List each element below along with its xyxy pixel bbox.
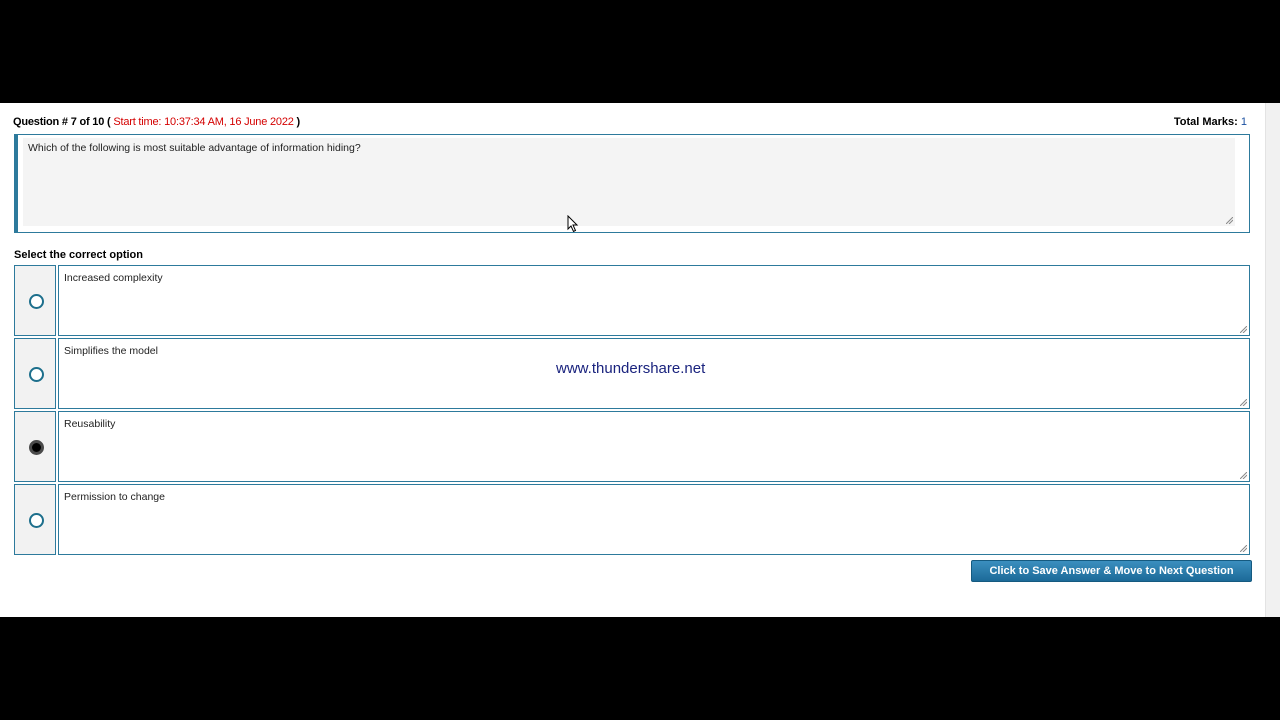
radio-button[interactable]: [29, 294, 44, 309]
resize-grip-icon[interactable]: [1240, 326, 1247, 333]
option-radio-cell[interactable]: [14, 484, 56, 555]
option-text: Simplifies the model: [64, 345, 158, 357]
option-row: Reusability: [14, 411, 1251, 482]
quiz-page: Question # 7 of 10 ( Start time: 10:37:3…: [0, 103, 1280, 617]
question-textarea[interactable]: Which of the following is most suitable …: [23, 138, 1235, 226]
question-number: Question # 7 of 10: [13, 116, 105, 128]
mouse-cursor-icon: [567, 215, 579, 233]
option-textarea[interactable]: Permission to change: [58, 484, 1250, 555]
start-time: Start time: 10:37:34 AM, 16 June 2022: [113, 116, 294, 128]
option-text: Permission to change: [64, 491, 165, 503]
save-and-next-button[interactable]: Click to Save Answer & Move to Next Ques…: [971, 560, 1252, 582]
question-header: Question # 7 of 10 ( Start time: 10:37:3…: [13, 116, 300, 128]
total-marks: Total Marks: 1: [1174, 116, 1247, 128]
radio-button[interactable]: [29, 367, 44, 382]
total-marks-label: Total Marks:: [1173, 116, 1238, 128]
question-text: Which of the following is most suitable …: [28, 142, 361, 154]
option-radio-cell[interactable]: [14, 265, 56, 336]
resize-grip-icon[interactable]: [1240, 399, 1247, 406]
resize-grip-icon[interactable]: [1240, 545, 1247, 552]
option-textarea[interactable]: Reusability: [58, 411, 1250, 482]
total-marks-value: 1: [1240, 116, 1247, 128]
open-paren: (: [107, 116, 111, 128]
resize-grip-icon[interactable]: [1226, 217, 1233, 224]
scrollbar[interactable]: [1265, 103, 1280, 617]
option-text: Increased complexity: [64, 272, 163, 284]
option-radio-cell[interactable]: [14, 411, 56, 482]
resize-grip-icon[interactable]: [1240, 472, 1247, 479]
select-option-label: Select the correct option: [14, 249, 143, 261]
option-row: Increased complexity: [14, 265, 1251, 336]
close-paren: ): [296, 116, 301, 128]
option-text: Reusability: [64, 418, 116, 430]
radio-button[interactable]: [29, 513, 44, 528]
radio-button-selected[interactable]: [29, 440, 44, 455]
question-box: Which of the following is most suitable …: [14, 134, 1250, 233]
option-textarea[interactable]: Increased complexity: [58, 265, 1250, 336]
option-row: Permission to change: [14, 484, 1251, 555]
watermark-text: www.thundershare.net: [556, 360, 706, 377]
option-radio-cell[interactable]: [14, 338, 56, 409]
